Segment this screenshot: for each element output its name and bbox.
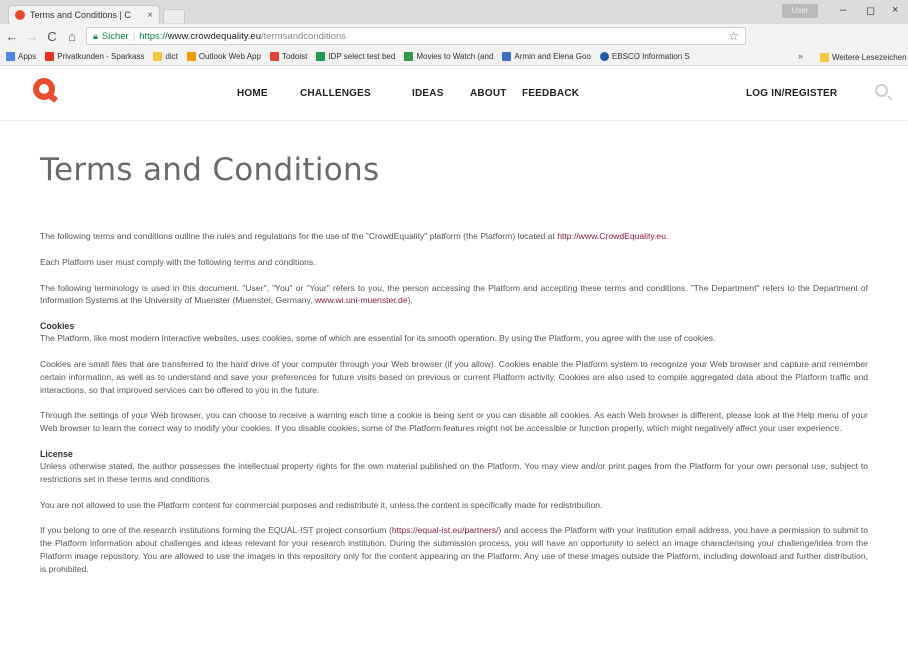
tab-close-icon[interactable]: × [147,10,153,21]
other-bookmarks-label: Weitere Lesezeichen [832,52,907,62]
bookmark-label: Todoist [281,52,308,61]
crowdequality-logo[interactable] [33,78,55,100]
bookmark-icon [599,52,609,61]
bookmark-icon [502,52,512,61]
crowdequality-link[interactable]: http://www.CrowdEquality.eu [557,231,666,241]
bookmark-icon [404,52,414,61]
intro-paragraph: The following terms and conditions outli… [40,231,669,241]
profile-button[interactable]: User [782,4,818,18]
bookmark-label: Privatkunden - Sparkass [57,52,145,61]
bookmark-icon [316,52,326,61]
address-separator: | [132,30,136,42]
bookmark-label: Armin and Elena Goo [514,52,591,61]
bookmark-label: dict [165,52,178,61]
bookmarks-overflow-button[interactable]: » [798,51,803,61]
url-host: www.crowdequality.eu [167,30,262,42]
license-heading: License [40,448,73,459]
wi-uni-muenster-link[interactable]: www.wi.uni-muenster.de [315,295,408,305]
cookies-paragraph-1: The Platform, like most modern interacti… [40,333,716,344]
address-bar[interactable]: 🔒︎ Sicher | https://www.crowdequality.eu… [86,27,746,45]
minimize-button[interactable]: – [840,4,846,16]
bookmark-item[interactable]: Outlook Web App [186,52,261,61]
bookmark-icon [45,52,55,61]
cookies-paragraph-3: Through the settings of your Web browser… [40,410,868,434]
window-close-button[interactable]: × [892,4,898,16]
bookmark-item[interactable]: Todoist [269,52,308,61]
bookmark-label: Outlook Web App [198,52,261,61]
bookmark-label: Apps [18,52,37,61]
bookmark-item[interactable]: Apps [6,52,36,61]
bookmark-item[interactable]: dict [153,52,178,61]
url-path: /termsandconditions [261,30,347,42]
bookmark-item[interactable]: Movies to Watch (and [404,52,493,61]
url-text: https://www.crowdequality.eu/termsandcon… [139,31,346,42]
secure-label: Sicher [101,30,129,42]
browser-tab[interactable]: Terms and Conditions | C × [8,5,160,24]
folder-icon [820,52,829,62]
bookmarks-bar: Apps Privatkunden - Sparkass dict Outloo… [0,48,908,66]
forward-button[interactable]: → [24,29,40,44]
folder-icon [153,52,163,61]
site-header: HOME CHALLENGES IDEAS ABOUT FEEDBACK LOG… [0,66,908,121]
nav-about[interactable]: ABOUT [470,88,507,99]
nav-login-register[interactable]: LOG IN/REGISTER [746,88,837,99]
home-button[interactable]: ⌂ [64,29,80,44]
bookmark-icon [186,52,196,61]
license-paragraph-1: Unless otherwise stated, the author poss… [40,460,868,484]
cookies-paragraph-2: Cookies are small files that are transfe… [40,358,868,395]
new-tab-button[interactable] [163,9,185,23]
browser-toolbar: ← → C ⌂ 🔒︎ Sicher | https://www.crowdequ… [0,24,908,62]
terms-content: The following terms and conditions outli… [40,230,868,589]
lock-icon: 🔒︎ [93,30,98,41]
license-paragraph-3: If you belong to one of the research ins… [40,525,868,574]
license-paragraph-2: You are not allowed to use the Platform … [40,499,603,510]
reload-button[interactable]: C [44,29,60,44]
other-bookmarks-folder[interactable]: Weitere Lesezeichen [820,48,907,65]
nav-feedback[interactable]: FEEDBACK [522,88,579,99]
equal-ist-partners-link[interactable]: https://equal-ist.eu/partners/ [392,525,499,535]
bookmark-label: IDP select test bed [328,52,396,61]
nav-home[interactable]: HOME [237,88,268,99]
terminology-paragraph: The following terminology is used in thi… [40,282,868,306]
compliance-paragraph: Each Platform user must comply with the … [40,256,316,267]
bookmark-icon [6,52,15,61]
page-title: Terms and Conditions [40,152,380,188]
search-icon[interactable] [875,84,888,97]
browser-tab-bar: Terms and Conditions | C × User – ◻ × [0,0,908,24]
maximize-button[interactable]: ◻ [866,4,875,17]
bookmark-item[interactable]: Armin and Elena Goo [502,52,591,61]
bookmark-item[interactable]: IDP select test bed [316,52,395,61]
tab-title: Terms and Conditions | C [30,10,131,20]
url-scheme: https:// [139,30,168,42]
bookmark-icon [269,52,279,61]
site-favicon-icon [15,10,25,20]
bookmark-item[interactable]: Privatkunden - Sparkass [45,52,144,61]
nav-ideas[interactable]: IDEAS [412,88,444,99]
cookies-heading: Cookies [40,321,75,332]
bookmark-item[interactable]: EBSCO Information S [599,52,690,61]
bookmark-label: Movies to Watch (and [416,52,494,61]
nav-challenges[interactable]: CHALLENGES [300,88,371,99]
bookmark-label: EBSCO Information S [611,52,690,61]
back-button[interactable]: ← [4,29,20,44]
bookmark-star-icon[interactable]: ☆ [728,29,739,43]
